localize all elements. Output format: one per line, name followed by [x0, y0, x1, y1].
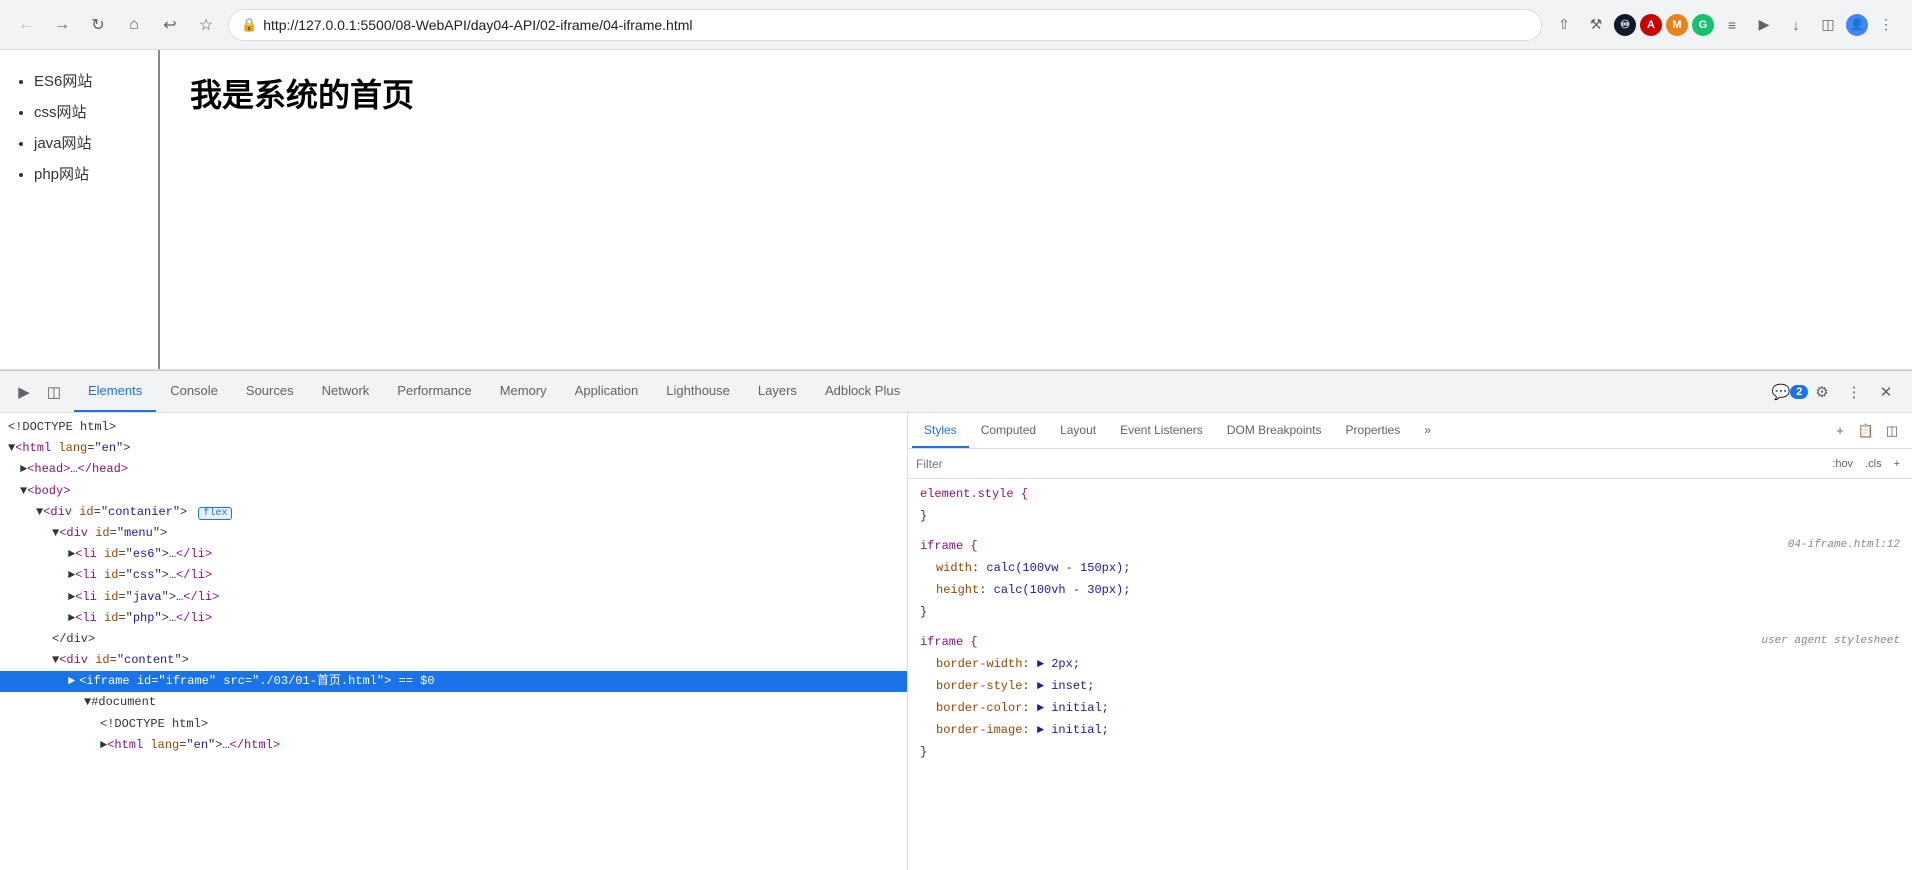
- grammarly-extension[interactable]: G: [1692, 14, 1714, 36]
- html-line-inner-doctype: <!DOCTYPE html>: [0, 714, 907, 735]
- address-bar[interactable]: 🔒 http://127.0.0.1:5500/08-WebAPI/day04-…: [228, 9, 1542, 41]
- tab-performance[interactable]: Performance: [383, 371, 485, 412]
- add-style-button[interactable]: +: [1890, 457, 1904, 471]
- html-line-html: ▼<html lang="en">: [0, 438, 907, 459]
- tab-sources[interactable]: Sources: [232, 371, 308, 412]
- cast-button[interactable]: ▶: [1750, 11, 1778, 39]
- styles-tab-actions: + 📋 ◫: [1828, 419, 1908, 443]
- hover-state-button[interactable]: :hov: [1828, 457, 1857, 471]
- devtools-tabs-bar: ▶ ◫ Elements Console Sources Network Per…: [0, 371, 1912, 413]
- html-line-menu: ▼<div id="menu">: [0, 523, 907, 544]
- elements-panel[interactable]: <!DOCTYPE html> ▼<html lang="en"> ►<head…: [0, 413, 908, 870]
- tab-elements[interactable]: Elements: [74, 371, 156, 412]
- styles-sub-tabs: Styles Computed Layout Event Listeners D…: [908, 413, 1912, 449]
- nav-java[interactable]: java网站: [34, 132, 142, 153]
- copy-styles-button[interactable]: 📋: [1854, 419, 1878, 443]
- settings-button[interactable]: ⚙: [1808, 378, 1836, 406]
- html-line-content-div: ▼<div id="content">: [0, 650, 907, 671]
- page-heading: 我是系统的首页: [190, 70, 1882, 116]
- styles-tab-properties[interactable]: Properties: [1334, 413, 1413, 448]
- html-line-close-div-menu: </div>: [0, 629, 907, 650]
- tab-memory[interactable]: Memory: [486, 371, 561, 412]
- styles-filter-actions: :hov .cls +: [1828, 457, 1904, 471]
- html-line-document: ▼#document: [0, 692, 907, 713]
- close-devtools-button[interactable]: ✕: [1872, 378, 1900, 406]
- devtools: ▶ ◫ Elements Console Sources Network Per…: [0, 370, 1912, 870]
- html-line-li-css: ►<li id="css">…</li>: [0, 565, 907, 586]
- more-devtools-button[interactable]: ⋮: [1840, 378, 1868, 406]
- extensions-button[interactable]: ⚒: [1582, 11, 1610, 39]
- html-line-head: ►<head>…</head>: [0, 459, 907, 480]
- style-rule-iframe-custom: iframe { 04-iframe.html:12 width: calc(1…: [908, 535, 1912, 623]
- styles-content: element.style { } iframe { 04-iframe.htm…: [908, 479, 1912, 870]
- style-rule-element: element.style { }: [908, 483, 1912, 527]
- page-main-content: 我是系统的首页: [160, 50, 1912, 369]
- nav-es6[interactable]: ES6网站: [34, 70, 142, 91]
- tab-adblock[interactable]: Adblock Plus: [811, 371, 914, 412]
- device-toolbar-button[interactable]: ◫: [40, 378, 68, 406]
- selector-element-style: element.style {: [920, 487, 1028, 501]
- cls-button[interactable]: .cls: [1861, 457, 1886, 471]
- sidebar-nav: ES6网站 css网站 java网站 php网站: [16, 70, 142, 184]
- browser-chrome: ← → ↻ ⌂ ↩ ☆ 🔒 http://127.0.0.1:5500/08-W…: [0, 0, 1912, 50]
- styles-tab-event-listeners[interactable]: Event Listeners: [1108, 413, 1215, 448]
- share-button[interactable]: ⇧: [1550, 11, 1578, 39]
- html-line-li-es6: ►<li id="es6">…</li>: [0, 544, 907, 565]
- nav-css[interactable]: css网站: [34, 101, 142, 122]
- adblock-extension[interactable]: A: [1640, 14, 1662, 36]
- styles-tab-styles[interactable]: Styles: [912, 413, 969, 448]
- styles-filter-input[interactable]: [916, 457, 1820, 471]
- source-iframe-ua: user agent stylesheet: [1761, 635, 1900, 647]
- html-line-inner-html: ►<html lang="en">…</html>: [0, 735, 907, 756]
- metamask-extension[interactable]: M: [1666, 14, 1688, 36]
- infinity-extension[interactable]: ♾: [1614, 14, 1636, 36]
- html-line-iframe[interactable]: ►<iframe id="iframe" src="./03/01-首页.htm…: [0, 671, 907, 692]
- back-button[interactable]: ←: [12, 11, 40, 39]
- html-line-contanier: ▼<div id="contanier"> flex: [0, 502, 907, 523]
- html-line-body: ▼<body>: [0, 481, 907, 502]
- styles-panel: Styles Computed Layout Event Listeners D…: [908, 413, 1912, 870]
- style-rule-iframe-useragent: iframe { user agent stylesheet border-wi…: [908, 631, 1912, 763]
- devtools-left-icons: ▶ ◫: [4, 378, 74, 406]
- html-line-doctype: <!DOCTYPE html>: [0, 417, 907, 438]
- selector-iframe-custom: iframe {: [920, 539, 978, 553]
- tab-console[interactable]: Console: [156, 371, 232, 412]
- sidebar-button[interactable]: ◫: [1814, 11, 1842, 39]
- messages-button[interactable]: 💬 2: [1776, 378, 1804, 406]
- apps-button[interactable]: ≡: [1718, 11, 1746, 39]
- tab-layers[interactable]: Layers: [744, 371, 811, 412]
- toggle-sidebar-button[interactable]: ◫: [1880, 419, 1904, 443]
- html-line-li-php: ►<li id="php">…</li>: [0, 608, 907, 629]
- download-button[interactable]: ↓: [1782, 11, 1810, 39]
- inspect-element-button[interactable]: ▶: [10, 378, 38, 406]
- tab-lighthouse[interactable]: Lighthouse: [652, 371, 744, 412]
- styles-tab-layout[interactable]: Layout: [1048, 413, 1108, 448]
- source-iframe-custom: 04-iframe.html:12: [1788, 539, 1900, 551]
- browser-viewport: ES6网站 css网站 java网站 php网站 我是系统的首页: [0, 50, 1912, 370]
- more-button[interactable]: ⋮: [1872, 11, 1900, 39]
- tab-application[interactable]: Application: [561, 371, 653, 412]
- forward-button[interactable]: →: [48, 11, 76, 39]
- styles-filter-bar: :hov .cls +: [908, 449, 1912, 479]
- profile-avatar[interactable]: 👤: [1846, 14, 1868, 36]
- page-sidebar: ES6网站 css网站 java网站 php网站: [0, 50, 160, 369]
- url-text: http://127.0.0.1:5500/08-WebAPI/day04-AP…: [263, 17, 692, 33]
- bookmark-button[interactable]: ☆: [192, 11, 220, 39]
- devtools-right-icons: 💬 2 ⚙ ⋮ ✕: [1768, 378, 1908, 406]
- selector-iframe-ua: iframe {: [920, 635, 978, 649]
- secure-icon: 🔒: [241, 17, 257, 33]
- tab-network[interactable]: Network: [308, 371, 384, 412]
- nav-php[interactable]: php网站: [34, 163, 142, 184]
- devtools-body: <!DOCTYPE html> ▼<html lang="en"> ►<head…: [0, 413, 1912, 870]
- home-button[interactable]: ⌂: [120, 11, 148, 39]
- reload-button[interactable]: ↻: [84, 11, 112, 39]
- browser-actions: ⇧ ⚒ ♾ A M G ≡ ▶ ↓ ◫ 👤 ⋮: [1550, 11, 1900, 39]
- styles-tab-computed[interactable]: Computed: [969, 413, 1048, 448]
- history-back-button[interactable]: ↩: [156, 11, 184, 39]
- styles-tab-dom-breakpoints[interactable]: DOM Breakpoints: [1215, 413, 1334, 448]
- styles-tab-more[interactable]: »: [1412, 413, 1443, 448]
- new-style-rule-button[interactable]: +: [1828, 419, 1852, 443]
- html-line-li-java: ►<li id="java">…</li>: [0, 587, 907, 608]
- messages-badge: 2: [1790, 385, 1808, 399]
